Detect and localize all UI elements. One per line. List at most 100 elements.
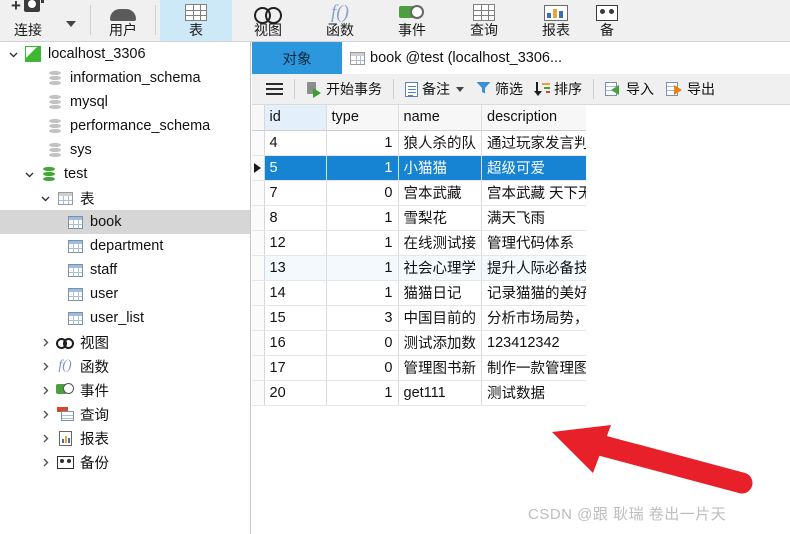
tree-item-information-schema[interactable]: information_schema <box>0 66 250 90</box>
cell-id[interactable]: 20 <box>264 380 327 406</box>
ribbon-button-function[interactable]: f() 函数 <box>304 0 376 41</box>
ribbon-dropdown-connection[interactable] <box>56 0 86 41</box>
row-selector[interactable] <box>252 230 265 256</box>
row-selector[interactable] <box>252 330 265 356</box>
table-row[interactable]: 13 1 社会心理学 提升人际必备技巧 <box>252 255 614 281</box>
cell-name[interactable]: 雪梨花 <box>398 205 482 231</box>
chevron-right-icon[interactable] <box>36 410 54 419</box>
tree-item-tables-folder[interactable]: 表 <box>0 186 250 210</box>
table-row[interactable]: 16 0 测试添加数 123412342 <box>252 330 614 356</box>
chevron-right-icon[interactable] <box>36 386 54 395</box>
column-header-name[interactable]: name <box>398 105 482 131</box>
cell-id[interactable]: 7 <box>264 180 327 206</box>
cell-id[interactable]: 5 <box>264 155 327 181</box>
cell-name[interactable]: get111 <box>398 380 482 406</box>
row-selector[interactable] <box>252 180 265 206</box>
chevron-down-icon[interactable] <box>20 170 38 179</box>
tree-item-backups[interactable]: 备份 <box>0 450 250 474</box>
cell-type[interactable]: 1 <box>326 280 399 306</box>
cell-type[interactable]: 1 <box>326 130 399 156</box>
cell-type[interactable]: 1 <box>326 205 399 231</box>
table-row[interactable]: 20 1 get111 测试数据 <box>252 380 614 406</box>
tab-objects[interactable]: 对象 <box>252 42 342 74</box>
table-row[interactable]: 12 1 在线测试接 管理代码体系 <box>252 230 614 256</box>
chevron-down-icon[interactable] <box>36 194 54 203</box>
note-button[interactable]: 备注 <box>399 74 470 105</box>
tree-item-user-list[interactable]: user_list <box>0 306 250 330</box>
cell-name[interactable]: 宫本武藏 <box>398 180 482 206</box>
chevron-right-icon[interactable] <box>36 434 54 443</box>
tree-item-queries[interactable]: 查询 <box>0 402 250 426</box>
cell-id[interactable]: 13 <box>264 255 327 281</box>
cell-id[interactable]: 15 <box>264 305 327 331</box>
ribbon-button-view[interactable]: 视图 <box>232 0 304 41</box>
cell-type[interactable]: 3 <box>326 305 399 331</box>
ribbon-button-user[interactable]: 用户 <box>95 0 151 41</box>
tree-item-functions[interactable]: f() 函数 <box>0 354 250 378</box>
cell-name[interactable]: 在线测试接 <box>398 230 482 256</box>
cell-name[interactable]: 社会心理学 <box>398 255 482 281</box>
cell-type[interactable]: 1 <box>326 380 399 406</box>
cell-name[interactable]: 测试添加数 <box>398 330 482 356</box>
cell-type[interactable]: 1 <box>326 255 399 281</box>
object-tree-sidebar[interactable]: localhost_3306 information_schema mysql … <box>0 42 251 534</box>
cell-id[interactable]: 14 <box>264 280 327 306</box>
table-row[interactable]: 17 0 管理图书新 制作一款管理图书 <box>252 355 614 381</box>
cell-type[interactable]: 1 <box>326 155 399 181</box>
row-selector[interactable] <box>252 305 265 331</box>
sort-button[interactable]: 排序 <box>529 74 588 105</box>
row-selector[interactable] <box>252 355 265 381</box>
row-selector[interactable] <box>252 280 265 306</box>
filter-button[interactable]: 筛选 <box>470 74 529 105</box>
tree-item-book[interactable]: book <box>0 210 250 234</box>
chevron-right-icon[interactable] <box>36 362 54 371</box>
tree-item-sys[interactable]: sys <box>0 138 250 162</box>
table-row[interactable]: 15 3 中国目前的 分析市场局势，做 <box>252 305 614 331</box>
row-selector[interactable] <box>252 155 265 181</box>
cell-name[interactable]: 管理图书新 <box>398 355 482 381</box>
row-selector[interactable] <box>252 205 265 231</box>
tree-item-performance-schema[interactable]: performance_schema <box>0 114 250 138</box>
ribbon-button-report[interactable]: 报表 <box>520 0 592 41</box>
cell-type[interactable]: 0 <box>326 330 399 356</box>
cell-id[interactable]: 17 <box>264 355 327 381</box>
tree-item-reports[interactable]: 报表 <box>0 426 250 450</box>
import-button[interactable]: 导入 <box>599 74 660 105</box>
cell-name[interactable]: 狼人杀的队 <box>398 130 482 156</box>
cell-id[interactable]: 4 <box>264 130 327 156</box>
ribbon-button-table[interactable]: 表 <box>160 0 232 41</box>
tree-item-user[interactable]: user <box>0 282 250 306</box>
cell-type[interactable]: 0 <box>326 180 399 206</box>
export-button[interactable]: 导出 <box>660 74 721 105</box>
table-row[interactable]: 4 1 狼人杀的队 通过玩家发言判断 <box>252 130 614 156</box>
tree-item-views[interactable]: 视图 <box>0 330 250 354</box>
cell-name[interactable]: 猫猫日记 <box>398 280 482 306</box>
data-grid[interactable]: id type name description 4 1 狼人杀的队 通过玩家发… <box>252 105 790 534</box>
grid-menu-button[interactable] <box>260 74 289 105</box>
tree-item-mysql[interactable]: mysql <box>0 90 250 114</box>
tree-item-staff[interactable]: staff <box>0 258 250 282</box>
row-selector[interactable] <box>252 380 265 406</box>
tree-item-department[interactable]: department <box>0 234 250 258</box>
chevron-right-icon[interactable] <box>36 458 54 467</box>
table-row[interactable]: 14 1 猫猫日记 记录猫猫的美好时 <box>252 280 614 306</box>
column-header-id[interactable]: id <box>264 105 327 131</box>
tab-book-table[interactable]: book @test (localhost_3306... <box>342 42 573 74</box>
cell-name[interactable]: 小猫猫 <box>398 155 482 181</box>
tree-item-test[interactable]: test <box>0 162 250 186</box>
begin-transaction-button[interactable]: 开始事务 <box>300 74 388 105</box>
column-header-type[interactable]: type <box>326 105 399 131</box>
cell-name[interactable]: 中国目前的 <box>398 305 482 331</box>
ribbon-button-event[interactable]: 事件 <box>376 0 448 41</box>
chevron-right-icon[interactable] <box>36 338 54 347</box>
cell-id[interactable]: 12 <box>264 230 327 256</box>
row-selector[interactable] <box>252 255 265 281</box>
cell-type[interactable]: 1 <box>326 230 399 256</box>
tree-item-localhost-3306[interactable]: localhost_3306 <box>0 42 250 66</box>
cell-id[interactable]: 16 <box>264 330 327 356</box>
tree-item-events[interactable]: 事件 <box>0 378 250 402</box>
table-row[interactable]: 8 1 雪梨花 满天飞雨 <box>252 205 614 231</box>
chevron-down-icon[interactable] <box>4 50 22 59</box>
cell-type[interactable]: 0 <box>326 355 399 381</box>
ribbon-button-connection[interactable]: + 连接 <box>0 0 56 41</box>
